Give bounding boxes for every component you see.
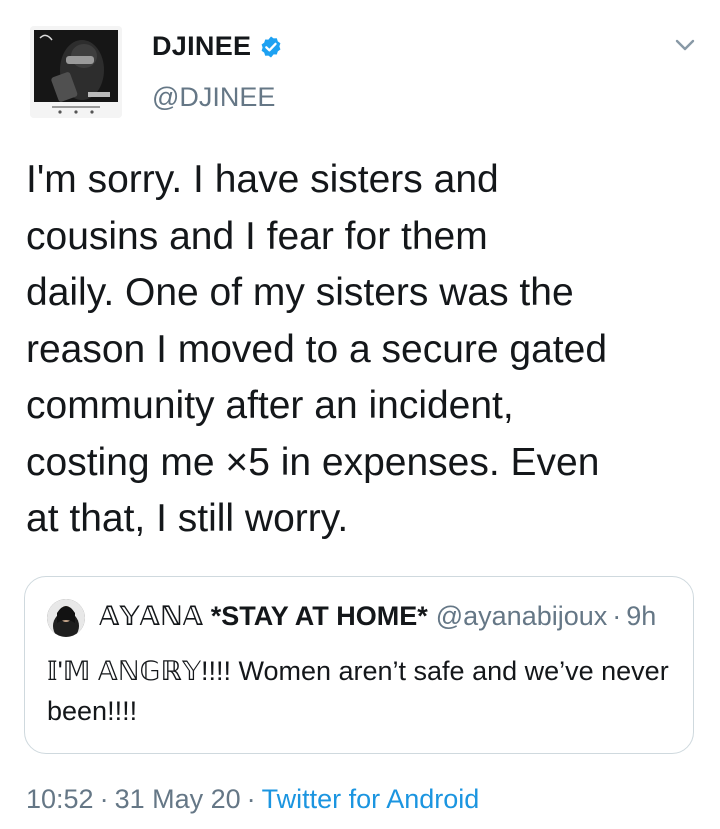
tweet-date: 31 May 20 (114, 784, 241, 814)
quoted-tweet-card[interactable]: 𝔸𝕐𝔸ℕ𝔸 *STAY AT HOME* @ayanabijoux · 9h 𝕀… (24, 576, 694, 754)
quoted-tweet-text: 𝕀'𝕄 𝔸ℕ𝔾ℝ𝕐!!!! Women aren’t safe and we’v… (47, 656, 669, 726)
tweet-source-link[interactable]: Twitter for Android (262, 784, 480, 814)
author-handle[interactable]: @DJINEE (152, 82, 275, 113)
author-avatar[interactable] (30, 26, 122, 118)
album-artwork-image (30, 26, 122, 118)
metadata-separator: · (246, 784, 256, 814)
verified-badge-icon (259, 35, 283, 59)
tweet-metadata: 10:52 · 31 May 20 · Twitter for Android (26, 784, 479, 815)
tweet-text: I'm sorry. I have sisters and cousins an… (26, 158, 608, 540)
quoted-tweet-header: 𝔸𝕐𝔸ℕ𝔸 *STAY AT HOME* @ayanabijoux · 9h (99, 601, 656, 632)
quoted-author-name: 𝔸𝕐𝔸ℕ𝔸 *STAY AT HOME* (99, 601, 428, 631)
quoted-timestamp: 9h (626, 601, 657, 631)
tweet-time: 10:52 (26, 784, 94, 814)
chevron-down-icon[interactable] (674, 36, 696, 54)
quoted-separator: · (612, 601, 622, 631)
quoted-author-handle: @ayanabijoux (435, 601, 608, 631)
author-display-name[interactable]: DJINEE (152, 31, 251, 62)
author-name-row[interactable]: DJINEE (152, 31, 283, 62)
metadata-separator: · (99, 784, 109, 814)
quoted-author-avatar (47, 599, 85, 637)
